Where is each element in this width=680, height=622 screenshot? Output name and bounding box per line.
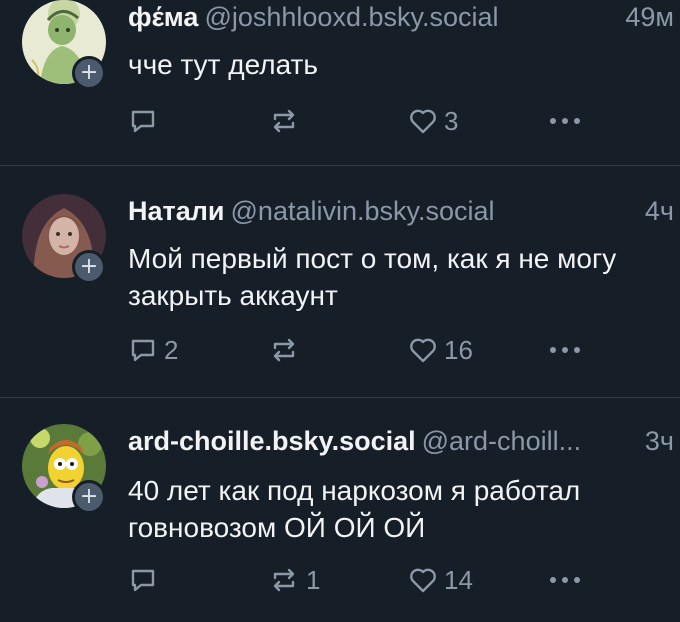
- author-avatar-wrap[interactable]: +: [22, 0, 106, 90]
- like-button[interactable]: 3: [408, 101, 458, 141]
- more-options-icon: [550, 577, 580, 583]
- repost-icon: [273, 568, 295, 592]
- repost-count: 1: [306, 564, 321, 595]
- author-avatar-wrap[interactable]: +: [22, 424, 106, 514]
- more-options-icon: [550, 347, 580, 353]
- post-text: Мой первый пост о том, как я не могу зак…: [128, 243, 617, 311]
- reply-icon: [131, 339, 155, 362]
- feed-post[interactable]: + фέма @joshhlooxd.bsky.social 49м чче ту…: [0, 0, 680, 164]
- repost-icon: [273, 109, 295, 133]
- reply-button[interactable]: [128, 560, 164, 600]
- follow-plus-icon[interactable]: +: [72, 480, 106, 514]
- post-timestamp[interactable]: 49м: [625, 2, 674, 33]
- follow-plus-icon[interactable]: +: [72, 250, 106, 284]
- like-count: 14: [444, 564, 473, 595]
- post-timestamp[interactable]: 3ч: [645, 426, 674, 457]
- repost-button[interactable]: [268, 330, 306, 370]
- more-options-button[interactable]: [548, 101, 582, 141]
- like-count: 3: [444, 105, 459, 136]
- repost-icon: [273, 338, 295, 362]
- reply-icon: [131, 110, 155, 133]
- more-options-icon: [550, 118, 580, 124]
- reply-count: 2: [164, 334, 179, 365]
- author-name[interactable]: Натали: [128, 196, 225, 226]
- post-text: 40 лет как под наркозом я работал говнов…: [128, 475, 581, 543]
- post-text: чче тут делать: [128, 49, 318, 80]
- like-heart-icon: [410, 568, 436, 593]
- author-handle[interactable]: @ard-choill...: [422, 426, 581, 456]
- reply-button[interactable]: 2: [128, 330, 178, 370]
- author-name[interactable]: фέма: [128, 2, 198, 32]
- follow-plus-icon[interactable]: +: [72, 56, 106, 90]
- reply-icon: [131, 569, 155, 592]
- like-count: 16: [444, 334, 473, 365]
- feed-post[interactable]: + Натали @natalivin.bsky.social 4ч Мой пе…: [0, 166, 680, 396]
- post-timestamp[interactable]: 4ч: [645, 196, 674, 227]
- author-avatar-wrap[interactable]: +: [22, 194, 106, 284]
- like-button[interactable]: 14: [408, 560, 473, 600]
- feed-post[interactable]: + ard-choille.bsky.social @ard-choill... …: [0, 398, 680, 622]
- repost-button[interactable]: [268, 101, 306, 141]
- repost-button[interactable]: 1: [268, 560, 320, 600]
- reply-button[interactable]: [128, 101, 164, 141]
- author-name[interactable]: ard-choille.bsky.social: [128, 426, 416, 456]
- author-handle[interactable]: @joshhlooxd.bsky.social: [204, 2, 498, 32]
- more-options-button[interactable]: [548, 330, 582, 370]
- like-heart-icon: [410, 109, 436, 134]
- more-options-button[interactable]: [548, 560, 582, 600]
- author-handle[interactable]: @natalivin.bsky.social: [231, 196, 495, 226]
- like-button[interactable]: 16: [408, 330, 473, 370]
- like-heart-icon: [410, 338, 436, 363]
